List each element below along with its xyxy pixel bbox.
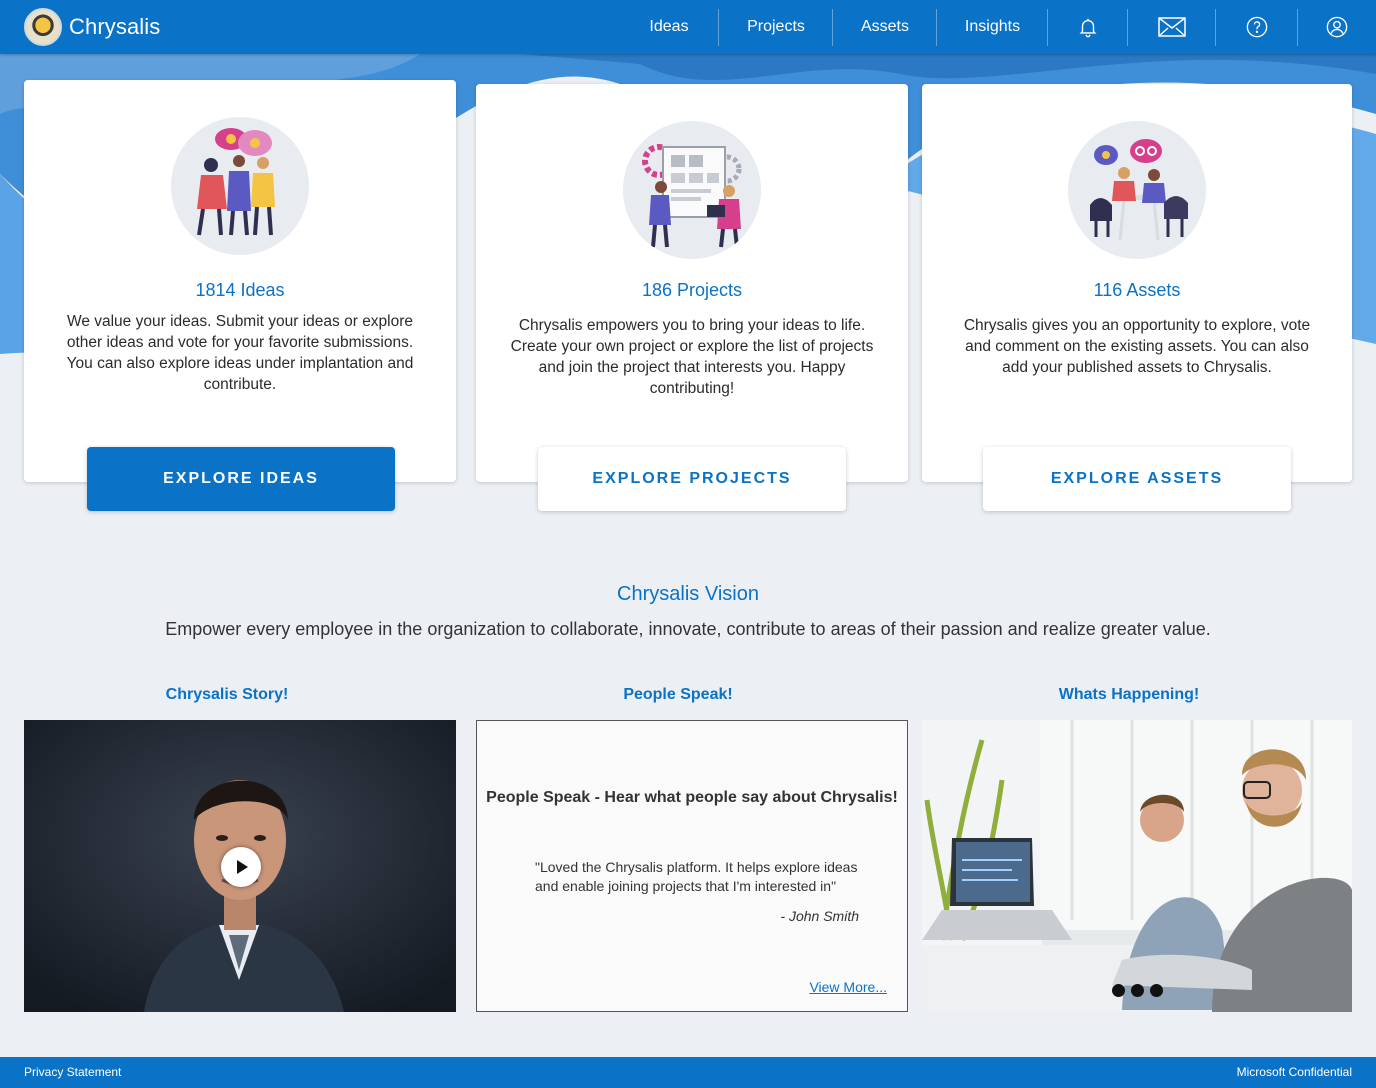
confidential-label: Microsoft Confidential — [1236, 1065, 1352, 1079]
explore-assets-button[interactable]: EXPLORE ASSETS — [983, 447, 1291, 511]
top-navigation-bar: Chrysalis Ideas Projects Assets Insights — [0, 0, 1376, 54]
assets-card: 116 Assets Chrysalis gives you an opport… — [922, 84, 1352, 482]
mail-icon[interactable] — [1128, 0, 1216, 54]
people-speak-title: People Speak! — [623, 686, 733, 703]
people-speak-panel: People Speak - Hear what people say abou… — [476, 720, 908, 1012]
play-button[interactable] — [221, 847, 261, 887]
whats-happening-carousel[interactable] — [922, 720, 1352, 1012]
carousel-dot-2[interactable] — [1131, 984, 1144, 997]
explore-ideas-button[interactable]: EXPLORE IDEAS — [87, 447, 395, 511]
app-name: Chrysalis — [69, 14, 161, 39]
vision-text: Empower every employee in the organizati… — [165, 619, 1211, 639]
projects-description: Chrysalis empowers you to bring your ide… — [510, 317, 874, 397]
carousel-dot-1[interactable] — [1112, 984, 1125, 997]
vision-title: Chrysalis Vision — [617, 583, 759, 605]
projects-card: 186 Projects Chrysalis empowers you to b… — [476, 84, 908, 482]
user-icon[interactable] — [1298, 0, 1376, 54]
ideas-card: 1814 Ideas We value your ideas. Submit y… — [24, 80, 456, 482]
whats-happening-title: Whats Happening! — [1058, 686, 1200, 703]
nav-ideas[interactable]: Ideas — [619, 0, 719, 54]
office-photo — [922, 720, 1352, 1012]
nav-insights[interactable]: Insights — [937, 0, 1048, 54]
ideas-description: We value your ideas. Submit your ideas o… — [66, 313, 414, 393]
view-more-link[interactable]: View More... — [809, 979, 887, 995]
projects-illustration — [623, 121, 761, 259]
carousel-dot-3[interactable] — [1150, 984, 1163, 997]
carousel-dots — [1112, 984, 1163, 997]
testimonial-author: - John Smith — [780, 908, 859, 924]
bell-icon[interactable] — [1048, 0, 1128, 54]
nav-assets[interactable]: Assets — [833, 0, 937, 54]
chrysalis-logo — [24, 8, 62, 46]
play-icon — [237, 860, 248, 874]
brand[interactable]: Chrysalis — [24, 8, 160, 46]
help-icon[interactable] — [1216, 0, 1298, 54]
assets-description: Chrysalis gives you an opportunity to ex… — [963, 317, 1311, 376]
explore-projects-button[interactable]: EXPLORE PROJECTS — [538, 447, 846, 511]
testimonial-quote: "Loved the Chrysalis platform. It helps … — [535, 859, 858, 894]
main-nav: Ideas Projects Assets Insights — [619, 0, 1376, 54]
ideas-count: 1814 Ideas — [195, 280, 285, 300]
story-video[interactable] — [24, 720, 456, 1012]
privacy-statement-link[interactable]: Privacy Statement — [24, 1065, 121, 1079]
ideas-illustration — [171, 117, 309, 255]
projects-count: 186 Projects — [641, 280, 743, 300]
footer: Privacy Statement Microsoft Confidential — [0, 1057, 1376, 1088]
nav-projects[interactable]: Projects — [719, 0, 833, 54]
people-speak-heading: People Speak - Hear what people say abou… — [486, 789, 898, 806]
assets-count: 116 Assets — [1093, 280, 1181, 300]
story-title: Chrysalis Story! — [165, 686, 289, 703]
assets-illustration — [1068, 121, 1206, 259]
